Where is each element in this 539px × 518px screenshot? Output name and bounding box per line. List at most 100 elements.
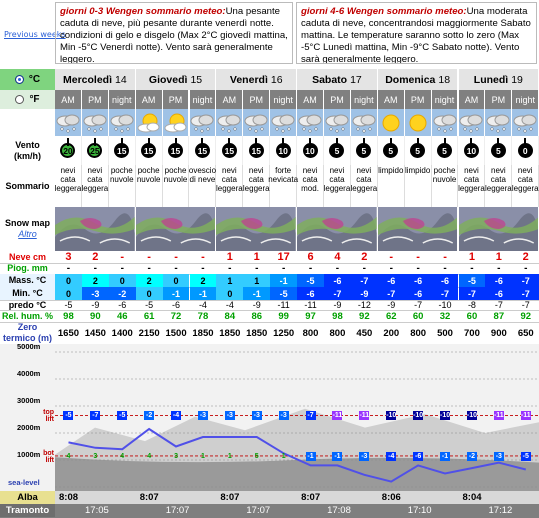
freezing-level-cell: 1650 bbox=[57, 327, 80, 339]
sunrise-time: 8:07 bbox=[139, 492, 159, 503]
rel-humidity-cell: 99 bbox=[278, 310, 289, 322]
wind-arrow-icon bbox=[443, 138, 446, 146]
min-temp-cell: 0 bbox=[55, 287, 82, 300]
min-temp-label: Min. °C bbox=[0, 287, 55, 300]
wind-chill-cell: -11 bbox=[277, 300, 290, 310]
min-temp-cell: -1 bbox=[189, 287, 217, 300]
bottom-lift-temp: 3 bbox=[174, 452, 178, 460]
min-temp-cell: -2 bbox=[108, 287, 136, 300]
top-lift-temp: -5 bbox=[117, 411, 128, 421]
rel-humidity-cell: 61 bbox=[143, 310, 155, 322]
rain-cell: - bbox=[470, 263, 474, 274]
freezing-level-cell: 1500 bbox=[165, 327, 187, 339]
summary-cell: nevi cata leggera bbox=[485, 165, 513, 207]
bottom-lift-temp: 4 bbox=[66, 452, 71, 460]
snow-map-image[interactable] bbox=[297, 207, 378, 251]
wind-chill-cell: -4 bbox=[225, 300, 234, 310]
summary-cell: nevi cata leggera bbox=[243, 165, 271, 207]
wind-cell: 5 bbox=[324, 136, 351, 165]
period-label: PM bbox=[404, 90, 432, 109]
snow-cell: - bbox=[201, 251, 205, 263]
sunrise-time: 8:07 bbox=[301, 492, 321, 503]
bottom-lift-temp: -1 bbox=[305, 451, 316, 461]
summary-cell: limpido bbox=[378, 165, 405, 207]
snow-cell: 4 bbox=[334, 251, 341, 263]
wind-chill-cell: -9 bbox=[91, 300, 100, 310]
min-temp-cell: -7 bbox=[377, 287, 405, 300]
wind-chill-cell: -7 bbox=[414, 300, 423, 310]
wind-label-text: Vento bbox=[15, 139, 40, 150]
snow-map-more-link[interactable]: Altro bbox=[18, 229, 37, 240]
wind-arrow-icon bbox=[282, 138, 285, 146]
summary-cell: nevi cata leggera bbox=[512, 165, 539, 207]
rel-humidity-label: Rel. hum. % bbox=[1, 310, 53, 321]
rel-humidity-cell: 92 bbox=[359, 310, 370, 322]
day-header: Mercoledì 14 bbox=[55, 69, 136, 90]
wind-arrow-icon bbox=[120, 138, 123, 146]
wind-arrow-icon bbox=[66, 138, 69, 146]
sunrise-time: 8:07 bbox=[220, 492, 240, 503]
sunset-time: 17:07 bbox=[165, 505, 190, 516]
wind-arrow-icon bbox=[93, 138, 96, 146]
max-temp-cell: -6 bbox=[431, 274, 459, 287]
fahrenheit-radio[interactable] bbox=[15, 95, 25, 104]
top-lift-temp: -3 bbox=[197, 411, 208, 421]
top-lift-label: top lift bbox=[43, 409, 54, 424]
cloud-snow-icon bbox=[189, 109, 217, 136]
snow-map-image[interactable] bbox=[55, 207, 136, 251]
wind-arrow-icon bbox=[174, 138, 177, 146]
snow-cell: 2 bbox=[522, 251, 529, 263]
period-label: PM bbox=[485, 90, 513, 109]
rel-humidity-cell: 62 bbox=[385, 310, 397, 322]
wind-chill-cell: -8 bbox=[467, 300, 476, 310]
wind-arrow-icon bbox=[201, 138, 204, 146]
wind-cell: 0 bbox=[512, 136, 539, 165]
freezing-level-cell: 1400 bbox=[111, 327, 133, 339]
day-name: Giovedì bbox=[148, 73, 188, 86]
period-label: night bbox=[108, 90, 136, 109]
celsius-radio[interactable] bbox=[14, 75, 24, 84]
rain-cell: - bbox=[201, 263, 205, 274]
wind-chill-cell: -7 bbox=[494, 300, 503, 310]
snow-map-image[interactable] bbox=[135, 207, 217, 251]
summary-cell: nevi cata leggera bbox=[216, 165, 244, 207]
rel-humidity-cell: 90 bbox=[90, 310, 101, 322]
celsius-label: °C bbox=[28, 74, 41, 85]
wind-cell: 5 bbox=[432, 136, 459, 165]
rain-cell: - bbox=[308, 263, 313, 274]
min-temp-cell: -9 bbox=[350, 287, 378, 300]
top-lift-temp: -7 bbox=[305, 411, 316, 421]
rel-humidity-cell: 86 bbox=[251, 310, 263, 322]
wind-cell: 5 bbox=[351, 136, 378, 165]
rain-cell: - bbox=[497, 263, 501, 274]
max-temp-cell: -6 bbox=[404, 274, 432, 287]
freezing-level-label: Zero termico (m) bbox=[0, 322, 55, 344]
celsius-toggle[interactable]: °C bbox=[0, 69, 55, 90]
cloud-snow-icon bbox=[108, 109, 136, 136]
fahrenheit-toggle[interactable]: °F bbox=[0, 90, 55, 109]
wind-cell: 15 bbox=[216, 136, 244, 165]
wind-chill-label: predo °C bbox=[8, 299, 47, 310]
rain-cell: - bbox=[416, 263, 420, 274]
rain-cell: - bbox=[255, 263, 259, 274]
freezing-level-cell: 1250 bbox=[273, 327, 295, 339]
period-label: night bbox=[512, 90, 539, 109]
snow-map-image[interactable] bbox=[458, 207, 539, 251]
rain-cell: - bbox=[524, 263, 528, 274]
freezing-level-cell: 800 bbox=[302, 327, 319, 339]
wind-cell: 15 bbox=[136, 136, 163, 165]
cloud-snow-icon bbox=[431, 109, 459, 136]
min-temp-cell: -7 bbox=[458, 287, 486, 300]
header: Previous weeks giorni 0-3 Wengen sommari… bbox=[0, 0, 539, 68]
snow-map-image[interactable] bbox=[216, 207, 298, 251]
wind-arrow-icon bbox=[524, 138, 527, 146]
snow-map-image[interactable] bbox=[377, 207, 459, 251]
top-lift-temp: -10 bbox=[386, 411, 397, 421]
bottom-lift-temp: -2 bbox=[466, 451, 477, 461]
y-axis-label: sea-level bbox=[8, 478, 40, 487]
wind-cell: 5 bbox=[405, 136, 432, 165]
min-temp-cell: 0 bbox=[216, 287, 244, 300]
top-lift-temp: -10 bbox=[413, 411, 424, 421]
freezing-level-chart: 5000m 4000m 3000m 2000m 1000m sea-level top li… bbox=[0, 342, 539, 491]
summary-label: Sommario bbox=[5, 180, 50, 191]
